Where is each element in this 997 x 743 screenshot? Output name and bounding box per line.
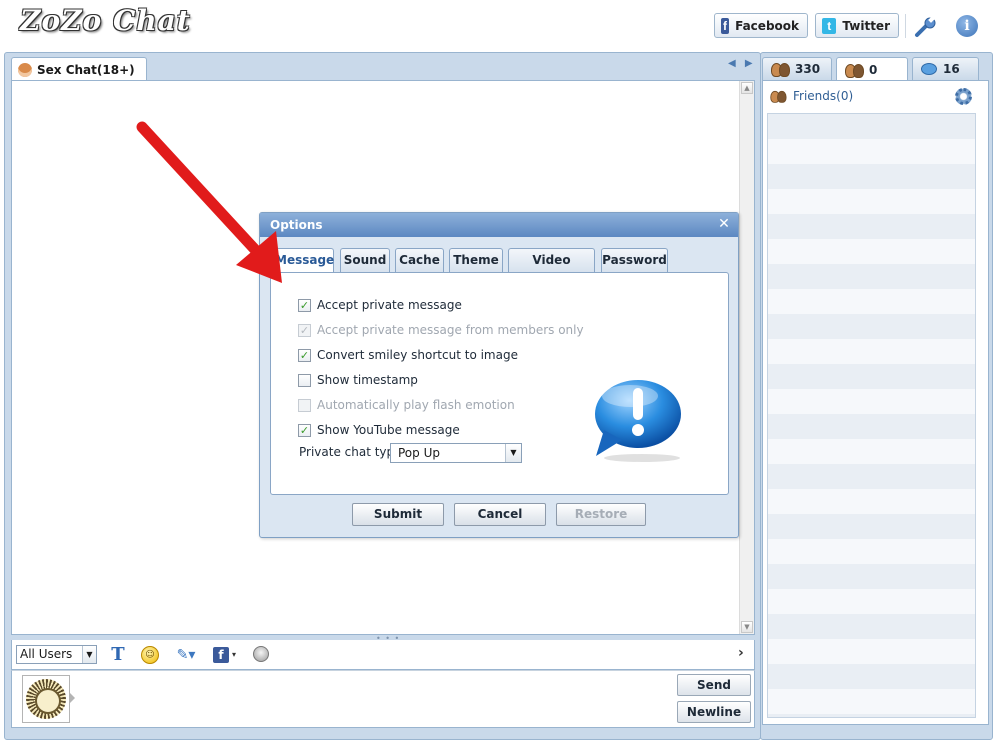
app-logo: ZoZo Chat xyxy=(20,4,191,37)
cancel-button[interactable]: Cancel xyxy=(454,503,546,526)
friends-count: 0 xyxy=(869,62,878,77)
avatar[interactable] xyxy=(22,675,70,723)
tab-nav-arrows: ◀ ▶ xyxy=(728,58,756,72)
scroll-down-icon[interactable]: ▼ xyxy=(741,621,753,633)
alien-icon[interactable] xyxy=(253,646,271,664)
twitter-icon: t xyxy=(822,17,837,34)
message-input[interactable] xyxy=(11,670,755,728)
option-members-only: ✓ Accept private message from members on… xyxy=(298,322,584,338)
option-play-flash: Automatically play flash emotion xyxy=(298,397,515,413)
brush-icon[interactable]: ✎▾ xyxy=(173,646,199,664)
tab-nav-right-icon[interactable]: ▶ xyxy=(745,58,753,69)
friends-header: Friends(0) xyxy=(769,89,853,103)
smiley-icon[interactable]: ☺ xyxy=(141,646,159,664)
checkbox[interactable]: ✓ xyxy=(298,423,311,437)
friends-icon xyxy=(845,63,864,78)
twitter-label: Twitter xyxy=(842,18,890,33)
option-label: Automatically play flash emotion xyxy=(317,398,515,412)
red-arrow-annotation xyxy=(136,121,282,283)
chevron-down-icon: ▾ xyxy=(232,650,237,659)
facebook-share-icon[interactable]: f ▾ xyxy=(213,646,239,664)
users-icon xyxy=(771,62,790,77)
tab-theme[interactable]: Theme xyxy=(449,248,503,272)
room-tab-label: Sex Chat(18+) xyxy=(37,62,135,77)
friends-title: Friends(0) xyxy=(793,89,854,103)
tab-online-users[interactable]: 330 xyxy=(762,57,832,80)
tab-nav-left-icon[interactable]: ◀ xyxy=(728,58,736,69)
checkbox: ✓ xyxy=(298,323,311,337)
users-count: 330 xyxy=(795,62,821,76)
twitter-button[interactable]: t Twitter xyxy=(815,13,899,38)
checkbox xyxy=(298,398,311,412)
tab-friends[interactable]: 0 xyxy=(836,57,908,81)
facebook-label: Facebook xyxy=(735,18,799,33)
option-label: Show YouTube message xyxy=(317,423,460,437)
facebook-button[interactable]: f Facebook xyxy=(714,13,808,38)
option-label: Accept private message from members only xyxy=(317,323,584,337)
gear-icon[interactable] xyxy=(955,88,972,105)
private-chat-type-select[interactable]: Pop Up ▼ xyxy=(390,443,522,463)
tab-messages[interactable]: 16 xyxy=(912,57,979,80)
facebook-small-icon: f xyxy=(213,647,229,663)
chevron-right-icon[interactable]: › xyxy=(738,645,744,661)
checkbox[interactable]: ✓ xyxy=(298,348,311,362)
option-accept-private[interactable]: ✓ Accept private message xyxy=(298,297,462,313)
newline-button[interactable]: Newline xyxy=(677,701,751,723)
friends-icon xyxy=(770,90,787,103)
facebook-icon: f xyxy=(721,17,730,34)
chat-scrollbar[interactable]: ▲ ▼ xyxy=(739,81,754,634)
tab-sound[interactable]: Sound xyxy=(340,248,390,272)
toolbar-separator xyxy=(905,14,906,38)
room-face-icon xyxy=(18,62,32,77)
chevron-down-icon: ▼ xyxy=(505,444,521,462)
checkbox[interactable] xyxy=(298,373,311,387)
chevron-down-icon: ▼ xyxy=(82,646,96,663)
option-label: Convert smiley shortcut to image xyxy=(317,348,518,362)
restore-button: Restore xyxy=(556,503,646,526)
recipient-value: All Users xyxy=(20,647,73,661)
checkbox[interactable]: ✓ xyxy=(298,298,311,312)
exclamation-bubble-icon xyxy=(595,380,681,462)
chat-bubble-icon xyxy=(921,63,937,75)
submit-button[interactable]: Submit xyxy=(352,503,444,526)
messages-count: 16 xyxy=(943,62,960,76)
tab-password[interactable]: Password xyxy=(601,248,668,272)
info-icon[interactable]: i xyxy=(956,15,978,37)
private-chat-type-value: Pop Up xyxy=(398,446,440,460)
tab-chat-room[interactable]: Sex Chat(18+) xyxy=(11,57,147,81)
dialog-title[interactable]: Options xyxy=(260,213,738,237)
send-button[interactable]: Send xyxy=(677,674,751,696)
option-label: Show timestamp xyxy=(317,373,418,387)
tab-cache[interactable]: Cache xyxy=(395,248,444,272)
option-label: Accept private message xyxy=(317,298,462,312)
option-convert-smiley[interactable]: ✓ Convert smiley shortcut to image xyxy=(298,347,518,363)
wrench-icon[interactable] xyxy=(914,16,938,38)
close-icon[interactable]: ✕ xyxy=(716,216,732,232)
tab-video-layout[interactable]: Video Layout xyxy=(508,248,595,289)
recipient-select[interactable]: All Users ▼ xyxy=(16,645,97,664)
scroll-up-icon[interactable]: ▲ xyxy=(741,82,753,94)
option-show-youtube[interactable]: ✓ Show YouTube message xyxy=(298,422,460,438)
avatar-pointer xyxy=(69,692,75,704)
font-icon[interactable]: T xyxy=(109,646,127,664)
friend-list[interactable] xyxy=(767,113,976,718)
option-show-timestamp[interactable]: Show timestamp xyxy=(298,372,418,388)
